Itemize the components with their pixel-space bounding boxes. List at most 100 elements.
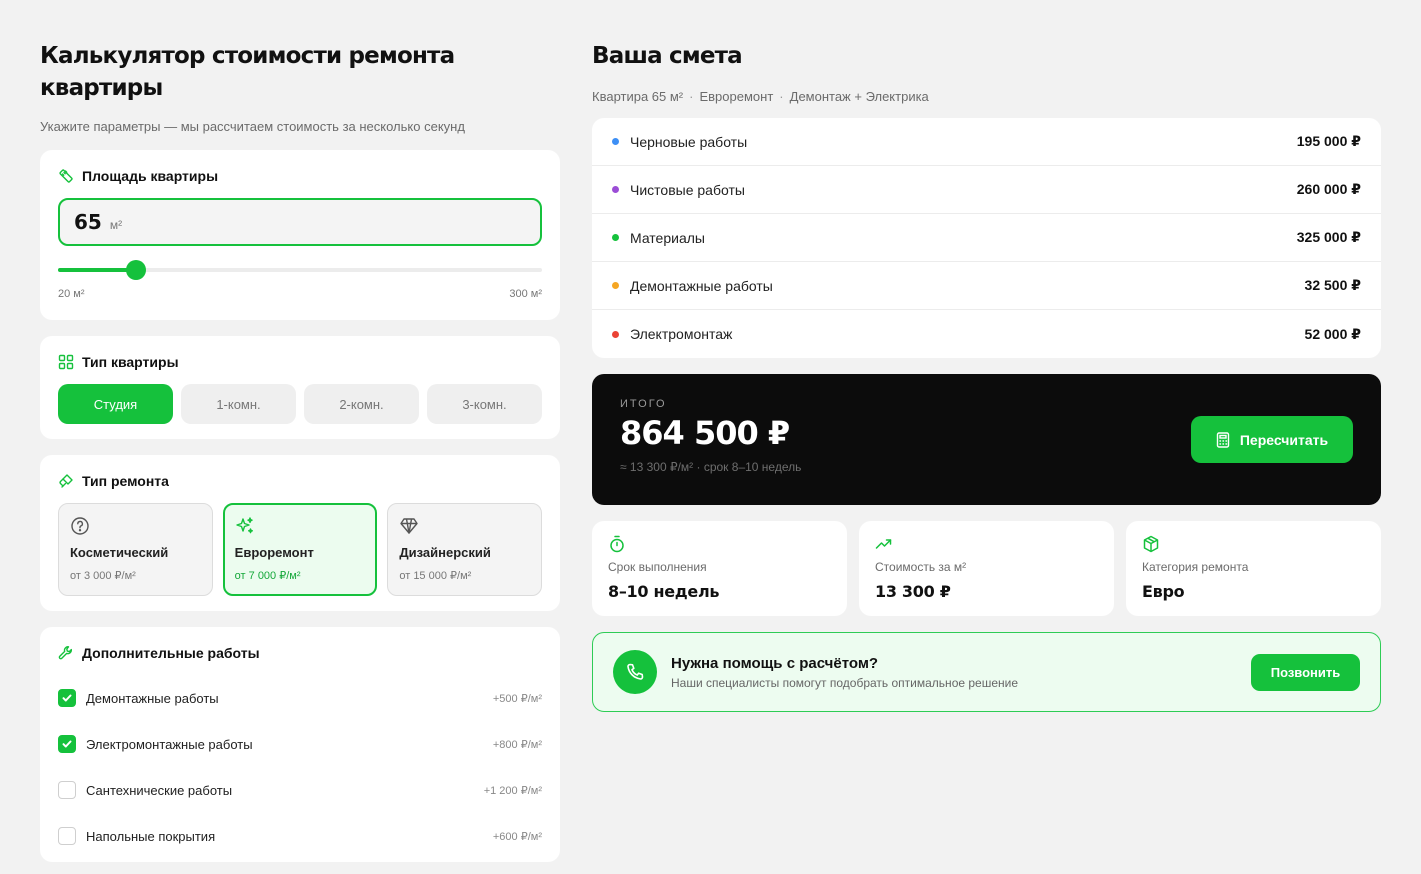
stat-value: 8–10 недель [608, 582, 720, 601]
repair-option-price: от 7 000 ₽/м² [234, 570, 301, 582]
page-subtitle: Укажите параметры — мы рассчитаем стоимо… [40, 119, 465, 134]
row-name: Электромонтаж [630, 326, 733, 342]
estimate-table: Черновые работы 195 000 ₽ Чистовые работ… [592, 118, 1381, 358]
area-card: Площадь квартиры 65 м² 20 м² 300 м² [40, 150, 560, 320]
checkbox-unchecked[interactable] [58, 781, 76, 799]
area-unit: м² [109, 218, 123, 232]
stat-value: 13 300 ₽ [875, 582, 951, 601]
extra-label: Демонтажные работы [86, 690, 219, 706]
repair-type-card: Тип ремонта Косметический от 3 000 ₽/м² … [40, 455, 560, 611]
repair-type-options: Косметический от 3 000 ₽/м² Евроремонт о… [58, 503, 543, 596]
stat-price-per-m2: Стоимость за м² 13 300 ₽ [859, 521, 1114, 616]
estimate-panel: Ваша смета Квартира 65 м² · Евроремонт · Дем… [592, 40, 1381, 712]
extra-item-demolition[interactable]: Демонтажные работы +500 ₽/м² [58, 675, 542, 721]
extra-price: +1 200 ₽/м² [483, 784, 542, 797]
calculator-panel: Калькулятор стоимости ремонта квартиры У… [40, 40, 560, 862]
extra-label: Напольные покрытия [86, 828, 216, 844]
checkbox-checked[interactable] [58, 735, 76, 753]
row-bullet [612, 282, 619, 289]
area-value[interactable]: 65 [74, 200, 102, 244]
extra-price: +800 ₽/м² [492, 738, 542, 751]
row-bullet [612, 330, 619, 338]
repair-option-name: Евроремонт [234, 545, 314, 560]
stat-label: Стоимость за м² [875, 560, 967, 574]
row-amount: 32 500 ₽ [1304, 277, 1361, 293]
question-circle-icon [71, 517, 89, 535]
trend-up-icon [875, 539, 892, 549]
extra-item-plumbing[interactable]: Сантехнические работы +1 200 ₽/м² [58, 767, 542, 813]
wrench-icon [58, 646, 72, 660]
stats-row: Срок выполнения 8–10 недель Стоимость за… [592, 521, 1381, 616]
help-title: Нужна помощь с расчётом? [671, 654, 879, 672]
row-name: Черновые работы [630, 133, 748, 150]
row-amount: 260 000 ₽ [1296, 181, 1361, 197]
checkbox-unchecked[interactable] [58, 827, 76, 845]
stopwatch-icon [610, 535, 624, 553]
apt-option-2-room[interactable]: 2-комн. [304, 384, 419, 424]
meta-area: Квартира 65 м² [592, 89, 684, 104]
extra-item-electrical[interactable]: Электромонтажные работы +800 ₽/м² [58, 721, 542, 767]
estimate-row: Электромонтаж 52 000 ₽ [592, 310, 1381, 358]
recalculate-button[interactable]: Пересчитать [1191, 416, 1353, 463]
range-min-label: 20 м² [58, 288, 85, 300]
estimate-meta: Квартира 65 м² · Евроремонт · Демонтаж + Эле… [592, 89, 929, 104]
diamond-icon [400, 518, 419, 534]
apt-option-studio[interactable]: Студия [58, 384, 173, 424]
repair-option-name: Дизайнерский [399, 545, 491, 560]
extras-heading: Дополнительные работы [58, 645, 542, 661]
estimate-title: Ваша смета [592, 43, 743, 69]
repair-option-name: Косметический [70, 545, 169, 560]
estimate-row: Чистовые работы 260 000 ₽ [592, 166, 1381, 214]
range-labels: 20 м² 300 м² [58, 288, 542, 300]
extras-card: Дополнительные работы Демонтажные работы… [40, 627, 560, 862]
check-icon [62, 740, 72, 748]
repair-option-euro[interactable]: Евроремонт от 7 000 ₽/м² [222, 503, 378, 596]
row-bullet [612, 186, 619, 193]
extra-label: Сантехнические работы [86, 782, 233, 798]
repair-option-cosmetic[interactable]: Косметический от 3 000 ₽/м² [58, 503, 213, 596]
total-card: итого 864 500 ₽ ≈ 13 300 ₽/м² · срок 8–1… [592, 374, 1381, 505]
row-bullet [612, 234, 619, 241]
area-heading: Площадь квартиры [58, 168, 542, 184]
stat-label: Срок выполнения [608, 560, 707, 574]
apt-option-3-room[interactable]: 3-комн. [427, 384, 542, 424]
phone-badge [613, 650, 657, 694]
meta-repair: Евроремонт [699, 89, 774, 104]
area-input[interactable]: 65 м² [58, 198, 542, 246]
phone-icon [627, 663, 644, 680]
range-max-label: 300 м² [509, 288, 542, 300]
help-text: Нужна помощь с расчётом? Наши специалист… [671, 655, 1251, 690]
call-button[interactable]: Позвонить [1251, 653, 1360, 691]
extra-item-flooring[interactable]: Напольные покрытия +600 ₽/м² [58, 813, 542, 859]
box-icon [1143, 535, 1159, 553]
total-label: итого [620, 398, 667, 410]
repair-option-price: от 3 000 ₽/м² [70, 570, 136, 582]
area-slider[interactable] [58, 260, 542, 280]
stat-label: Категория ремонта [1142, 560, 1249, 574]
row-name: Материалы [630, 229, 705, 246]
row-amount: 195 000 ₽ [1296, 133, 1361, 149]
estimate-row: Демонтажные работы 32 500 ₽ [592, 262, 1381, 310]
stat-value: Евро [1142, 582, 1185, 601]
sparkles-icon [235, 517, 253, 534]
slider-fill [58, 268, 136, 272]
ruler-icon [59, 169, 73, 183]
help-subtitle: Наши специалисты помогут подобрать оптим… [671, 675, 1019, 690]
apartment-type-heading: Тип квартиры [58, 354, 542, 370]
apartment-type-selector: Студия 1-комн. 2-комн. 3-комн. [58, 384, 542, 424]
row-amount: 52 000 ₽ [1304, 325, 1361, 342]
meta-extras: Демонтаж + Электрика [789, 89, 929, 104]
repair-option-designer[interactable]: Дизайнерский от 15 000 ₽/м² [387, 503, 543, 596]
stat-category: Категория ремонта Евро [1126, 521, 1381, 616]
checkbox-checked[interactable] [58, 689, 76, 707]
extras-list: Демонтажные работы +500 ₽/м² Электромонт… [58, 675, 542, 859]
repair-type-heading: Тип ремонта [58, 473, 542, 489]
slider-thumb[interactable] [125, 260, 146, 280]
estimate-row: Черновые работы 195 000 ₽ [592, 118, 1381, 166]
apartment-type-card: Тип квартиры Студия 1-комн. 2-комн. 3-ко… [40, 336, 560, 439]
apt-option-1-room[interactable]: 1-комн. [181, 384, 296, 424]
extra-price: +500 ₽/м² [492, 692, 542, 705]
page-title: Калькулятор стоимости ремонта квартиры [40, 43, 455, 101]
repair-type-label: Тип ремонта [82, 473, 169, 489]
extras-label: Дополнительные работы [82, 645, 260, 661]
